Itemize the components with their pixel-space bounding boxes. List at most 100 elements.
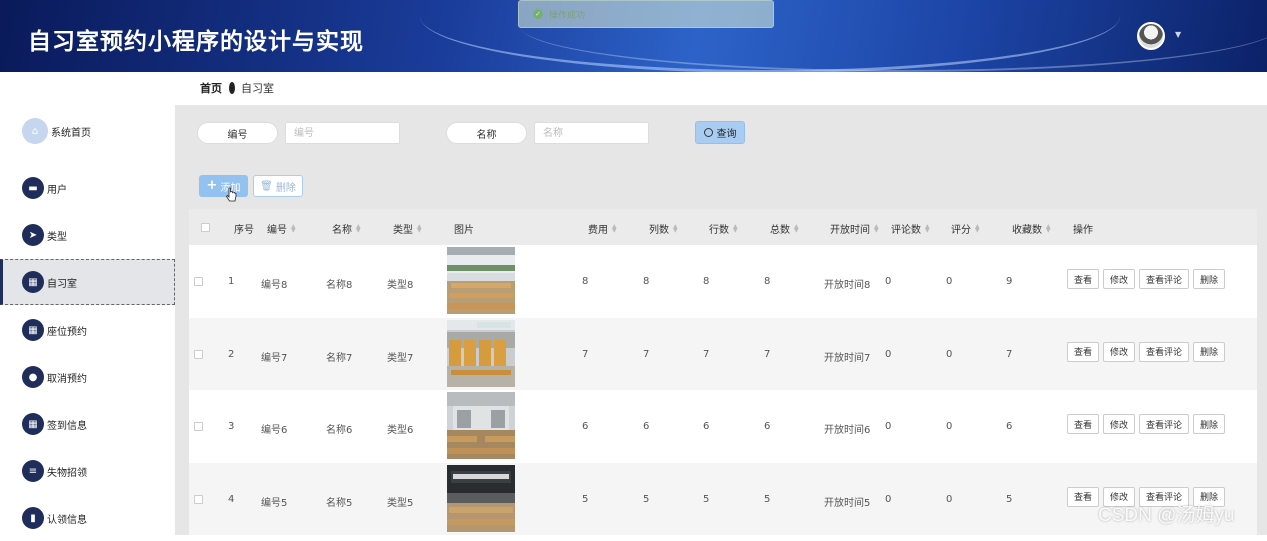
col-header-actions: 操作: [1073, 225, 1093, 236]
plus-icon: +: [206, 178, 218, 193]
toast-message: 操作成功: [549, 10, 586, 21]
col-header-rows[interactable]: 行数 ▲ ▼: [709, 221, 738, 236]
row-checkbox[interactable]: [194, 422, 203, 431]
sort-icon: ▲ ▼: [1046, 222, 1051, 234]
delete-row-button[interactable]: 删除: [1193, 414, 1226, 434]
breadcrumb-current: 自习室: [241, 82, 274, 95]
sidebar-item-lost-found[interactable]: ≡ 失物招领: [0, 448, 175, 494]
cell-type: 类型8: [387, 280, 414, 291]
select-all-checkbox[interactable]: [201, 223, 210, 232]
sidebar-item-seat-booking[interactable]: ▦ 座位预约: [0, 307, 175, 353]
col-header-favorites[interactable]: 收藏数 ▲ ▼: [1012, 221, 1051, 236]
check-icon: ✓: [533, 9, 543, 19]
study-room-photo[interactable]: [447, 392, 515, 459]
view-button[interactable]: 查看: [1067, 414, 1100, 434]
search-input-name[interactable]: [534, 122, 649, 144]
cell-fee: 6: [582, 421, 589, 432]
briefcase-icon: ▬: [22, 177, 44, 199]
send-icon: ➤: [22, 224, 44, 246]
cell-comments: 0: [885, 276, 892, 287]
col-header-name[interactable]: 名称 ▲ ▼: [332, 221, 361, 236]
cell-total: 6: [764, 421, 771, 432]
delete-row-button[interactable]: 删除: [1193, 341, 1226, 362]
col-header-open-time[interactable]: 开放时间 ▲ ▼: [830, 221, 879, 236]
sort-icon: ▲ ▼: [673, 222, 678, 234]
delete-row-button[interactable]: 删除: [1193, 269, 1226, 289]
col-header-image: 图片: [454, 225, 474, 236]
view-button[interactable]: 查看: [1067, 341, 1100, 362]
cell-rows: 5: [703, 493, 710, 505]
col-header-code[interactable]: 编号 ▲ ▼: [267, 221, 296, 236]
sidebar-item-home[interactable]: ⌂ 系统首页: [0, 108, 175, 154]
trash-icon: 🗑: [260, 180, 273, 192]
success-toast: ✓ 操作成功: [518, 0, 774, 28]
sort-icon: ▲ ▼: [291, 222, 296, 234]
col-header-total[interactable]: 总数 ▲ ▼: [770, 221, 799, 236]
sidebar: ⌂ 系统首页 ▬ 用户 ➤ 类型 ▦ 自习室 ▦ 座位预约 ● 取消预约 ▦ 签…: [0, 72, 175, 535]
study-room-photo[interactable]: [447, 247, 515, 314]
grid-icon: ▦: [22, 413, 44, 435]
cell-open-time: 开放时间8: [824, 280, 871, 291]
view-comments-button[interactable]: 查看评论: [1139, 341, 1190, 362]
cell-index: 3: [228, 421, 235, 432]
sidebar-item-label: 签到信息: [47, 420, 87, 432]
sort-icon: ▲ ▼: [925, 222, 930, 234]
sidebar-item-users[interactable]: ▬ 用户: [0, 165, 175, 211]
col-header-type[interactable]: 类型 ▲ ▼: [393, 221, 422, 236]
study-room-photo[interactable]: [447, 319, 515, 387]
cell-code: 编号5: [261, 497, 288, 509]
cell-favorites: 5: [1006, 493, 1013, 505]
sidebar-item-study-rooms[interactable]: ▦ 自习室: [0, 259, 175, 305]
user-avatar[interactable]: [1137, 22, 1165, 50]
col-header-columns[interactable]: 列数 ▲ ▼: [649, 221, 678, 236]
add-button[interactable]: + 添加: [199, 175, 248, 197]
cell-favorites: 7: [1006, 348, 1013, 360]
row-checkbox[interactable]: [194, 349, 203, 359]
delete-button[interactable]: 🗑 删除: [253, 175, 303, 197]
row-checkbox[interactable]: [194, 494, 203, 504]
sidebar-item-cancel-booking[interactable]: ● 取消预约: [0, 354, 175, 400]
study-room-photo[interactable]: [447, 464, 515, 532]
cell-favorites: 9: [1006, 276, 1013, 287]
edit-button[interactable]: 修改: [1103, 341, 1136, 362]
query-label: 查询: [716, 129, 737, 140]
breadcrumb-separator: [229, 82, 235, 94]
col-header-comments[interactable]: 评论数 ▲ ▼: [891, 221, 930, 236]
view-button[interactable]: 查看: [1067, 269, 1100, 289]
search-label-code: 编号: [197, 122, 278, 144]
table-row: 2 编号7 名称7 类型7 7 7 7 7 开放时间7 0 0 7 查看 修改 …: [189, 317, 1257, 390]
search-label-name: 名称: [446, 122, 527, 144]
cell-score: 0: [946, 421, 953, 432]
search-input-code[interactable]: [285, 122, 400, 144]
edit-button[interactable]: 修改: [1103, 414, 1136, 434]
sort-icon: ▲ ▼: [794, 222, 799, 234]
list-icon: ≡: [22, 460, 44, 482]
view-comments-button[interactable]: 查看评论: [1139, 414, 1190, 434]
table-row: 1 编号8 名称8 类型8 8 8 8 8 开放时间8 0 0 9 查看 修改 …: [189, 245, 1257, 318]
view-comments-button[interactable]: 查看评论: [1139, 269, 1190, 289]
sidebar-item-label: 认领信息: [47, 514, 87, 526]
cell-name: 名称8: [326, 280, 353, 291]
cell-open-time: 开放时间6: [824, 425, 871, 436]
cell-code: 编号7: [261, 352, 288, 364]
edit-button[interactable]: 修改: [1103, 269, 1136, 289]
cell-score: 0: [946, 493, 953, 505]
cell-comments: 0: [885, 493, 892, 505]
cell-name: 名称6: [326, 425, 353, 436]
table-row: 4 编号5 名称5 类型5 5 5 5 5 开放时间5 0 0 5 查看 修改 …: [189, 462, 1257, 535]
row-actions: 查看 修改 查看评论 删除: [1067, 341, 1226, 362]
user-icon: ●: [22, 366, 44, 388]
col-header-score[interactable]: 评分 ▲ ▼: [951, 221, 980, 236]
sidebar-item-types[interactable]: ➤ 类型: [0, 212, 175, 258]
view-button[interactable]: 查看: [1067, 486, 1100, 507]
row-checkbox[interactable]: [194, 277, 203, 286]
chevron-down-icon[interactable]: ▼: [1175, 30, 1181, 39]
sidebar-item-claims[interactable]: ▮ 认领信息: [0, 495, 175, 541]
sidebar-item-label: 座位预约: [47, 326, 87, 338]
cell-open-time: 开放时间7: [824, 352, 871, 364]
col-header-fee[interactable]: 费用 ▲ ▼: [588, 221, 617, 236]
query-button[interactable]: 查询: [695, 121, 745, 144]
breadcrumb-home[interactable]: 首页: [200, 80, 222, 96]
sidebar-item-checkin[interactable]: ▦ 签到信息: [0, 401, 175, 447]
breadcrumb: 首页 自习室: [200, 80, 274, 96]
